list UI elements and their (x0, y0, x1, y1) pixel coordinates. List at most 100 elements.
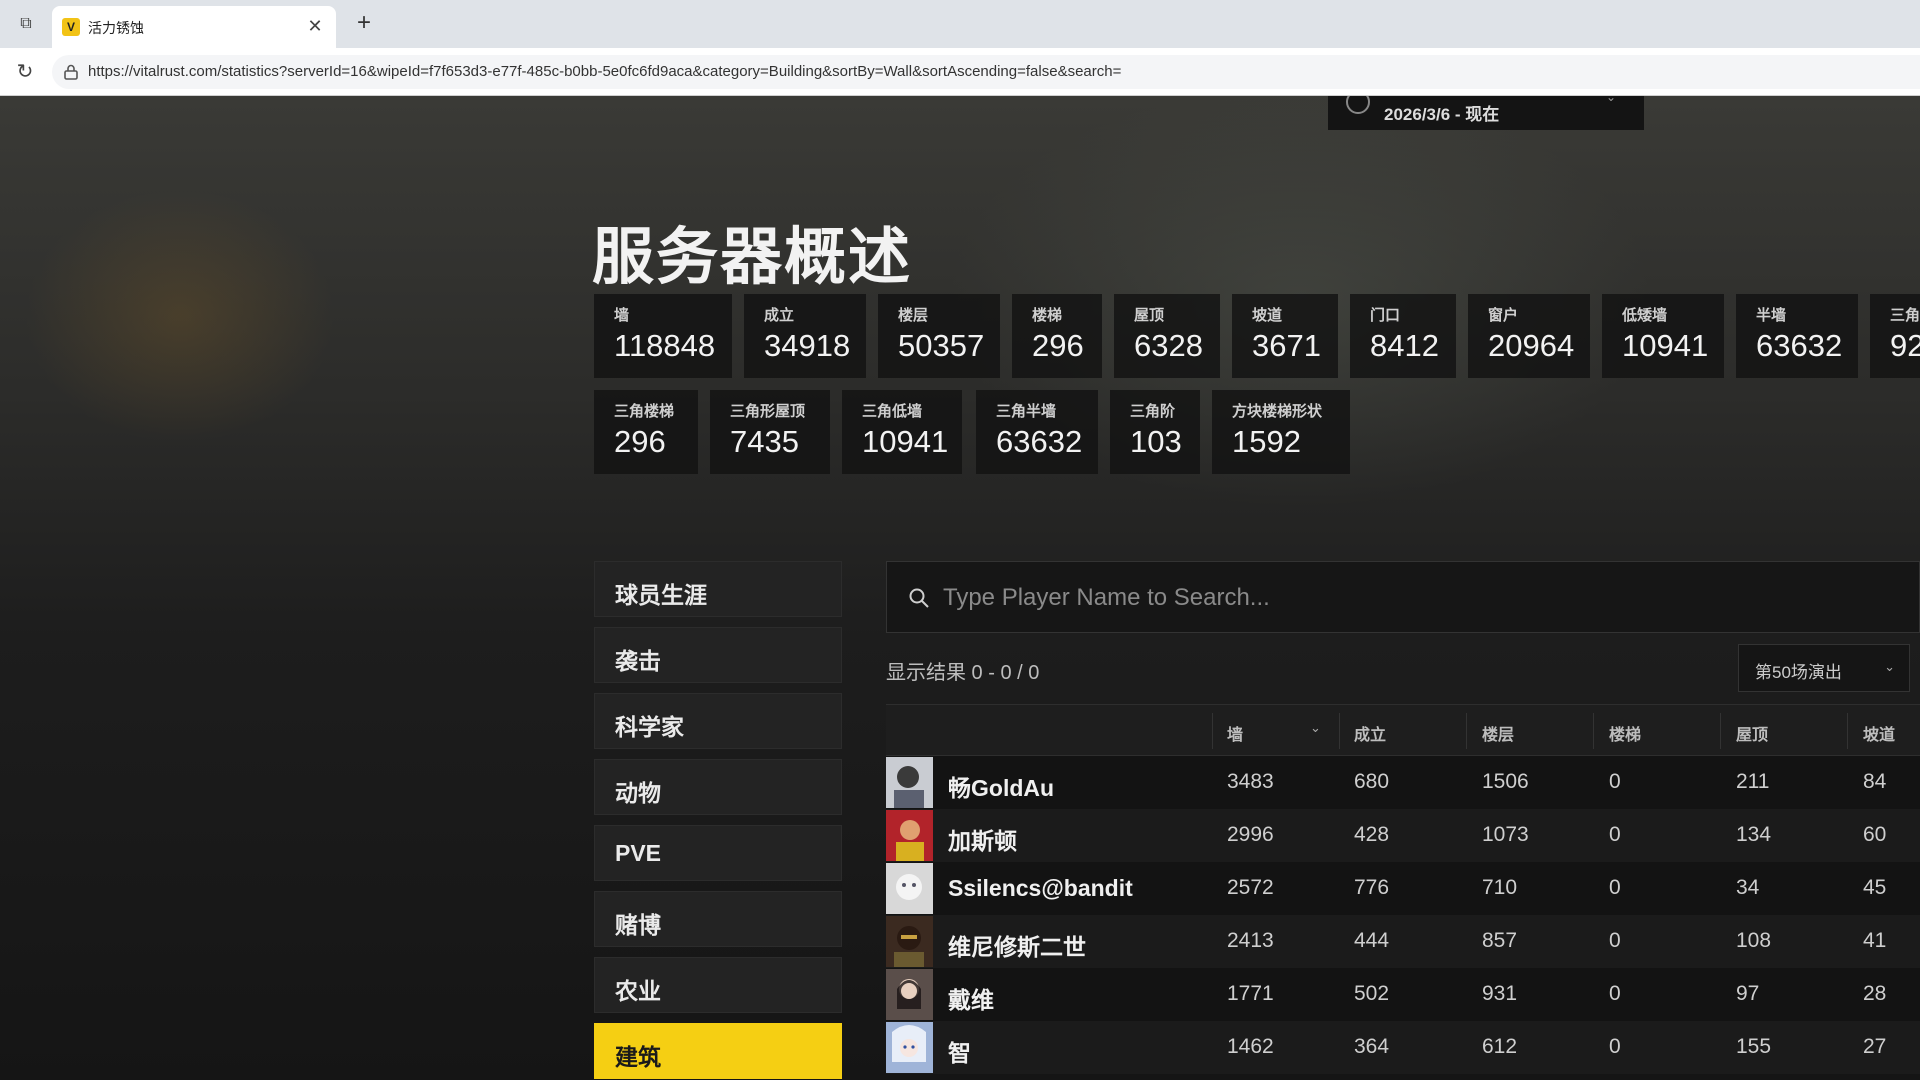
stat-value: 50357 (898, 328, 985, 363)
player-name[interactable]: 戴维 (948, 981, 994, 1015)
cell-stairs: 0 (1609, 1035, 1621, 1058)
column-header-roof[interactable]: 屋顶 (1736, 721, 1768, 745)
sidebar-item-building[interactable]: 建筑 (594, 1023, 842, 1079)
stat-label: 三角楼梯 (614, 403, 675, 420)
table-row[interactable]: 维尼修斯二世 2413 444 857 0 108 41 (886, 915, 1920, 968)
cell-wall: 3483 (1227, 770, 1274, 793)
table-row[interactable]: 加斯顿 2996 428 1073 0 134 60 (886, 809, 1920, 862)
stat-value: 92 (1890, 328, 1920, 363)
player-avatar (886, 916, 933, 967)
new-tab-button[interactable]: + (350, 10, 378, 38)
player-name[interactable]: 维尼修斯二世 (948, 928, 1086, 962)
stat-value: 103 (1130, 424, 1182, 459)
tab-title: 活力锈蚀 (88, 20, 144, 36)
stat-label: 成立 (764, 307, 795, 324)
sidebar-item-label: 袭击 (615, 648, 661, 674)
cell-roof: 34 (1736, 876, 1760, 899)
column-divider (1593, 713, 1594, 749)
player-avatar (886, 969, 933, 1020)
stat-card: 屋顶 6328 (1114, 294, 1220, 378)
column-header-wall[interactable]: 墙 (1227, 721, 1243, 745)
close-tab-icon[interactable]: ✕ (304, 15, 326, 37)
cell-roof: 134 (1736, 823, 1772, 846)
stat-card: 低矮墙 10941 (1602, 294, 1724, 378)
url-field[interactable]: https://vitalrust.com/statistics?serverI… (52, 55, 1920, 89)
player-avatar (886, 757, 933, 808)
wipe-select[interactable]: 第50场演出 ⌄ (1738, 644, 1910, 692)
sort-chevron-icon[interactable]: ⌄ (1310, 720, 1321, 736)
player-name[interactable]: Ssilencs@bandit (948, 875, 1133, 902)
stat-card: 门口 8412 (1350, 294, 1456, 378)
column-divider (1212, 713, 1213, 749)
sidebar-item-label: 球员生涯 (615, 582, 707, 608)
column-header-ramp[interactable]: 坡道 (1863, 721, 1895, 745)
column-divider (1720, 713, 1721, 749)
stat-card: 窗户 20964 (1468, 294, 1590, 378)
browser-tab[interactable]: V 活力锈蚀 ✕ (52, 6, 336, 48)
stat-label: 半墙 (1756, 307, 1787, 324)
cell-roof: 155 (1736, 1035, 1772, 1058)
stat-value: 20964 (1488, 328, 1575, 363)
cell-floor: 1073 (1482, 823, 1529, 846)
date-range-label: 2026/3/6 - 现在 (1384, 105, 1500, 124)
stat-label: 低矮墙 (1622, 307, 1668, 324)
table-row[interactable]: 戴维 1771 502 931 0 97 28 (886, 968, 1920, 1021)
stat-label: 楼层 (898, 307, 929, 324)
building-stats-table: 墙 ⌄ 成立 楼层 楼梯 屋顶 坡道 畅GoldAu 3483 680 1506… (886, 704, 1920, 1080)
cell-wall: 2996 (1227, 823, 1274, 846)
stat-label: 门口 (1370, 307, 1401, 324)
reload-icon[interactable]: ↻ (12, 59, 38, 85)
cell-floor: 1506 (1482, 770, 1529, 793)
sidebar-item-pve[interactable]: PVE (594, 825, 842, 881)
browser-tab-bar: ⧉ V 活力锈蚀 ✕ + (0, 0, 1920, 48)
cell-floor: 710 (1482, 876, 1518, 899)
cell-wall: 1462 (1227, 1035, 1274, 1058)
cell-ramp: 84 (1863, 770, 1887, 793)
sidebar-item-label: 赌博 (615, 912, 661, 938)
stat-card: 三角 92 (1870, 294, 1920, 378)
cell-foundation: 444 (1354, 929, 1390, 952)
sidebar-item-scientists[interactable]: 科学家 (594, 693, 842, 749)
sidebar-item-gambling[interactable]: 赌博 (594, 891, 842, 947)
stat-value: 1592 (1232, 424, 1301, 459)
search-input[interactable] (943, 578, 1843, 618)
sidebar-item-farming[interactable]: 农业 (594, 957, 842, 1013)
player-name[interactable]: 畅GoldAu (948, 769, 1054, 803)
stat-value: 63632 (1756, 328, 1843, 363)
column-divider (1339, 713, 1340, 749)
stat-label: 三角阶 (1130, 403, 1176, 420)
cell-floor: 931 (1482, 982, 1518, 1005)
stat-card: 墙 118848 (594, 294, 732, 378)
table-row[interactable]: 智 1462 364 612 0 155 27 (886, 1021, 1920, 1074)
stat-value: 10941 (862, 424, 949, 459)
date-range-select[interactable]: 2026/3/6 - 现在 ⌄ (1328, 96, 1644, 130)
stat-label: 楼梯 (1032, 307, 1063, 324)
sidebar-item-label: 农业 (615, 978, 661, 1004)
site-favicon-icon: V (62, 18, 80, 36)
stat-card: 楼层 50357 (878, 294, 1000, 378)
clock-icon (1346, 96, 1370, 114)
sidebar-item-animals[interactable]: 动物 (594, 759, 842, 815)
sidebar-item-career[interactable]: 球员生涯 (594, 561, 842, 617)
player-name[interactable]: 智 (948, 1034, 971, 1068)
stat-value: 63632 (996, 424, 1083, 459)
column-header-floor[interactable]: 楼层 (1482, 721, 1514, 745)
sidebar-item-raiding[interactable]: 袭击 (594, 627, 842, 683)
table-row[interactable]: 畅GoldAu 3483 680 1506 0 211 84 (886, 756, 1920, 809)
url-text: https://vitalrust.com/statistics?serverI… (88, 63, 1122, 80)
player-avatar (886, 1022, 933, 1073)
column-header-stairs[interactable]: 楼梯 (1609, 721, 1641, 745)
table-row[interactable]: Ssilencs@bandit 2572 776 710 0 34 45 (886, 862, 1920, 915)
wipe-select-label: 第50场演出 (1755, 663, 1842, 682)
stat-card: 坡道 3671 (1232, 294, 1338, 378)
collections-icon[interactable]: ⧉ (12, 12, 40, 36)
column-header-foundation[interactable]: 成立 (1354, 721, 1386, 745)
cell-wall: 1771 (1227, 982, 1274, 1005)
cell-wall: 2572 (1227, 876, 1274, 899)
browser-address-bar: ↻ https://vitalrust.com/statistics?serve… (0, 48, 1920, 96)
cell-foundation: 680 (1354, 770, 1390, 793)
player-avatar (886, 810, 933, 861)
stat-card: 成立 34918 (744, 294, 866, 378)
cell-roof: 211 (1736, 770, 1770, 793)
player-name[interactable]: 加斯顿 (948, 822, 1017, 856)
